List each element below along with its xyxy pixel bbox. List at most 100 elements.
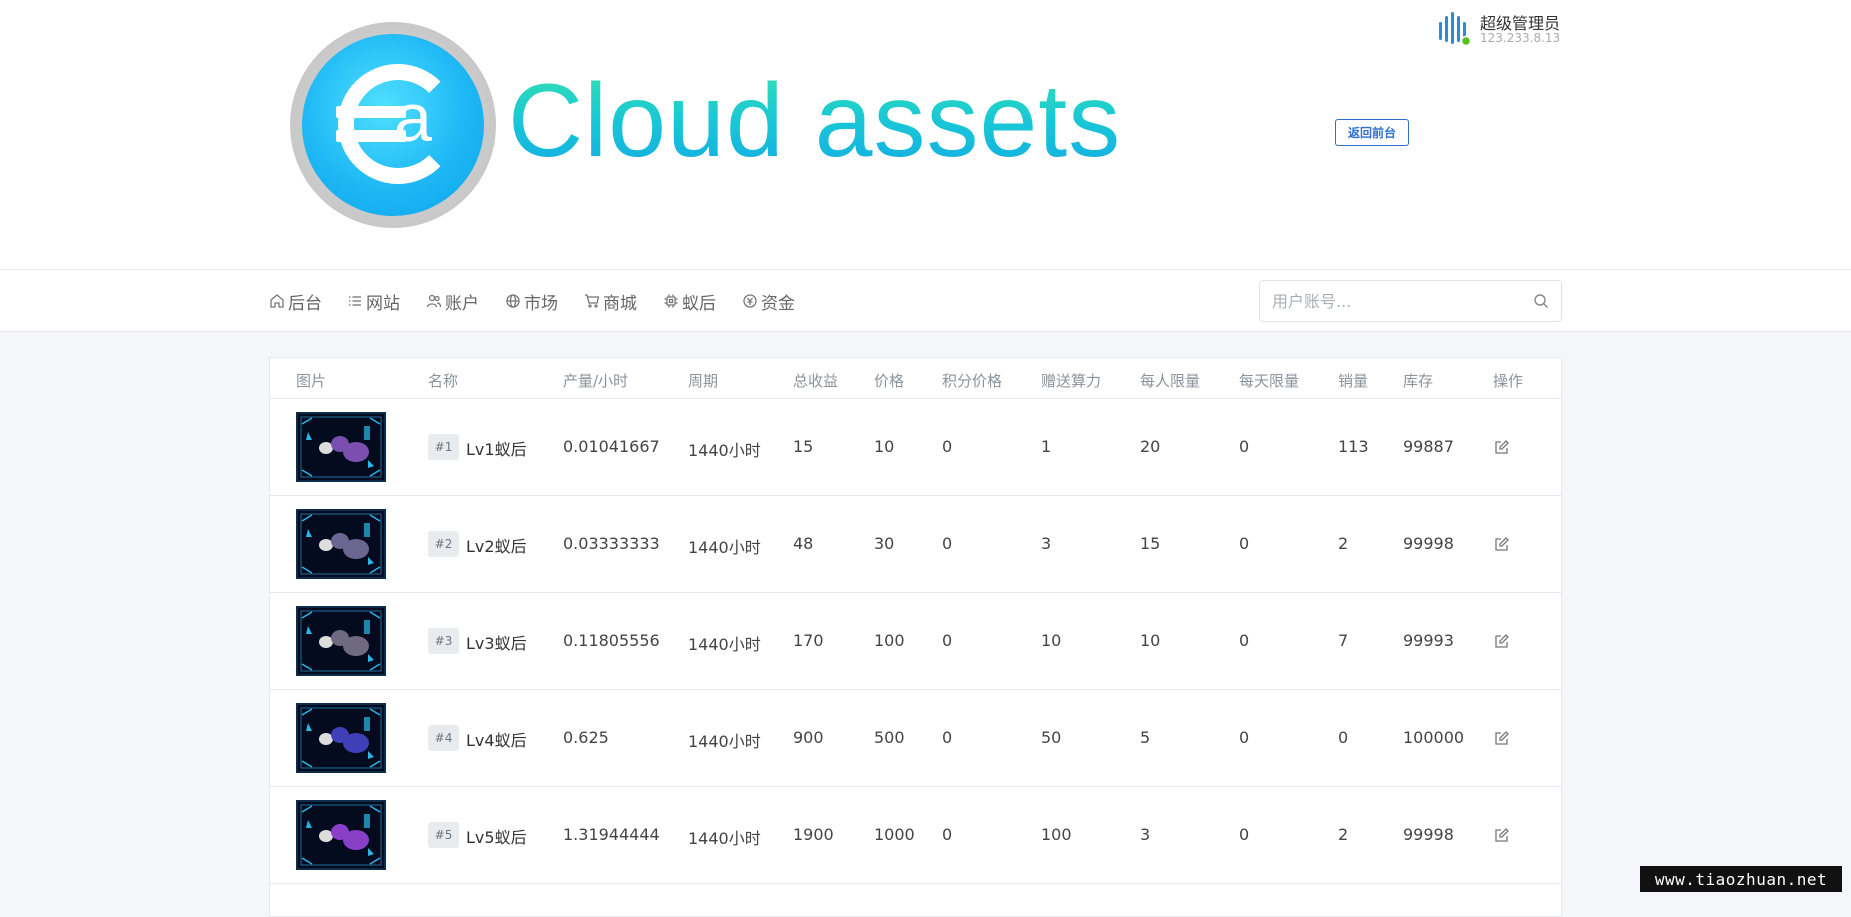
- cell-price: 500: [874, 728, 905, 747]
- column-header: 每人限量: [1140, 372, 1201, 390]
- cart-icon: [585, 294, 600, 308]
- cell-stock: 99887: [1403, 437, 1454, 456]
- edit-icon[interactable]: [1494, 633, 1510, 649]
- search-input[interactable]: [1272, 289, 1522, 313]
- table-row: #2 Lv2蚁后 0.03333333 1440小时 48 30 0 3 15 0 2 99998: [270, 496, 1561, 593]
- cell-cycle: 1440小时: [688, 829, 761, 848]
- column-header: 周期: [688, 372, 719, 390]
- column-header: 总收益: [793, 372, 839, 390]
- cell-points-price: 0: [942, 631, 953, 650]
- cell-bonus-power: 100: [1041, 825, 1072, 844]
- table-row: #4 Lv4蚁后 0.625 1440小时 900 500 0 50 5 0 0 100000: [270, 690, 1561, 787]
- column-header: 库存: [1403, 372, 1434, 390]
- back-to-frontend-button[interactable]: 返回前台: [1335, 119, 1409, 146]
- cell-points-price: 0: [942, 534, 953, 553]
- cell-stock: 100000: [1403, 728, 1465, 747]
- list-icon: [349, 296, 361, 306]
- home-icon: [270, 294, 284, 308]
- product-image: [296, 606, 386, 676]
- cell-output: 0.03333333: [563, 534, 660, 553]
- main-nav: 后台 网站 账户 市场 商城 蚁后 资金: [0, 270, 1851, 332]
- nav-item-website[interactable]: 网站: [347, 288, 400, 314]
- cell-stock: 99998: [1403, 825, 1454, 844]
- ant-queen-image: [300, 610, 382, 672]
- globe-icon: [506, 294, 520, 308]
- cell-bonus-power: 3: [1041, 534, 1052, 553]
- nav-item-shop[interactable]: 商城: [584, 288, 637, 314]
- edit-icon[interactable]: [1494, 536, 1510, 552]
- column-header: 操作: [1493, 372, 1524, 390]
- product-name: Lv2蚁后: [466, 537, 527, 556]
- cell-output: 0.625: [563, 728, 609, 747]
- table-row: #5 Lv5蚁后 1.31944444 1440小时 1900 1000 0 100 3 0 2 99…: [270, 787, 1561, 884]
- column-header: 产量/小时: [563, 372, 629, 390]
- edit-icon[interactable]: [1494, 730, 1510, 746]
- cell-points-price: 0: [942, 825, 953, 844]
- cell-per-user-limit: 3: [1140, 825, 1151, 844]
- cell-output: 0.11805556: [563, 631, 660, 650]
- watermark: www.tiaozhuan.net: [1640, 866, 1842, 892]
- column-header: 每天限量: [1239, 372, 1300, 390]
- column-header: 积分价格: [942, 372, 1003, 390]
- cell-stock: 99993: [1403, 631, 1454, 650]
- product-id-badge: #5: [428, 822, 459, 848]
- cell-daily-limit: 0: [1239, 728, 1250, 747]
- nav-item-market[interactable]: 市场: [505, 288, 558, 314]
- product-name: Lv3蚁后: [466, 634, 527, 653]
- column-header: 图片: [296, 372, 327, 390]
- user-info[interactable]: 超级管理员 123.233.8.13: [1437, 8, 1567, 50]
- cell-points-price: 0: [942, 437, 953, 456]
- product-name: Lv4蚁后: [466, 731, 527, 750]
- product-name: Lv5蚁后: [466, 828, 527, 847]
- nav-item-accounts[interactable]: 账户: [426, 288, 479, 314]
- cell-bonus-power: 50: [1041, 728, 1062, 747]
- cell-total: 170: [793, 631, 824, 650]
- table-row: #1 Lv1蚁后 0.01041667 1440小时 15 10 0 1 20 0 113 99887: [270, 399, 1561, 496]
- user-status-icon: [1439, 12, 1472, 46]
- cell-cycle: 1440小时: [688, 441, 761, 460]
- table-row: #3 Lv3蚁后 0.11805556 1440小时 170 100 0 10 10 0 7 9999…: [270, 593, 1561, 690]
- cell-sales: 113: [1338, 437, 1369, 456]
- cell-daily-limit: 0: [1239, 534, 1250, 553]
- cell-total: 48: [793, 534, 814, 553]
- search-icon[interactable]: [1533, 293, 1549, 309]
- ant-queen-image: [300, 416, 382, 478]
- cell-total: 1900: [793, 825, 834, 844]
- product-id-badge: #3: [428, 628, 459, 654]
- product-image: [296, 703, 386, 773]
- cell-sales: 2: [1338, 825, 1349, 844]
- edit-icon[interactable]: [1494, 827, 1510, 843]
- chip-icon: [664, 294, 678, 308]
- cell-cycle: 1440小时: [688, 635, 761, 654]
- coin-icon: [743, 294, 757, 308]
- cell-cycle: 1440小时: [688, 732, 761, 751]
- nav-item-queen[interactable]: 蚁后: [663, 288, 716, 314]
- cell-sales: 0: [1338, 728, 1349, 747]
- nav-item-dashboard[interactable]: 后台: [269, 288, 322, 314]
- cell-stock: 99998: [1403, 534, 1454, 553]
- brand-title: Cloud assets: [508, 63, 1122, 179]
- edit-icon[interactable]: [1494, 439, 1510, 455]
- cell-total: 900: [793, 728, 824, 747]
- cell-sales: 2: [1338, 534, 1349, 553]
- cell-total: 15: [793, 437, 814, 456]
- cell-output: 1.31944444: [563, 825, 660, 844]
- product-id-badge: #2: [428, 531, 459, 557]
- table-header: 图片 名称 产量/小时 周期 总收益 价格 积分价格 赠送算力 每人限量 每天限…: [270, 358, 1561, 399]
- cell-per-user-limit: 10: [1140, 631, 1161, 650]
- column-header: 销量: [1338, 372, 1369, 390]
- product-name: Lv1蚁后: [466, 440, 527, 459]
- cell-sales: 7: [1338, 631, 1349, 650]
- cell-price: 10: [874, 437, 895, 456]
- product-table: 图片 名称 产量/小时 周期 总收益 价格 积分价格 赠送算力 每人限量 每天限…: [269, 357, 1562, 917]
- nav-item-funds[interactable]: 资金: [742, 288, 795, 314]
- header: a Cloud assets 返回前台 超级管理员 123.233.8.13: [0, 0, 1851, 270]
- product-image: [296, 509, 386, 579]
- logo: a: [290, 22, 496, 228]
- cell-price: 30: [874, 534, 895, 553]
- cell-per-user-limit: 5: [1140, 728, 1151, 747]
- cell-daily-limit: 0: [1239, 825, 1250, 844]
- search-box: [1259, 280, 1562, 322]
- users-icon: [426, 294, 442, 308]
- cell-bonus-power: 10: [1041, 631, 1062, 650]
